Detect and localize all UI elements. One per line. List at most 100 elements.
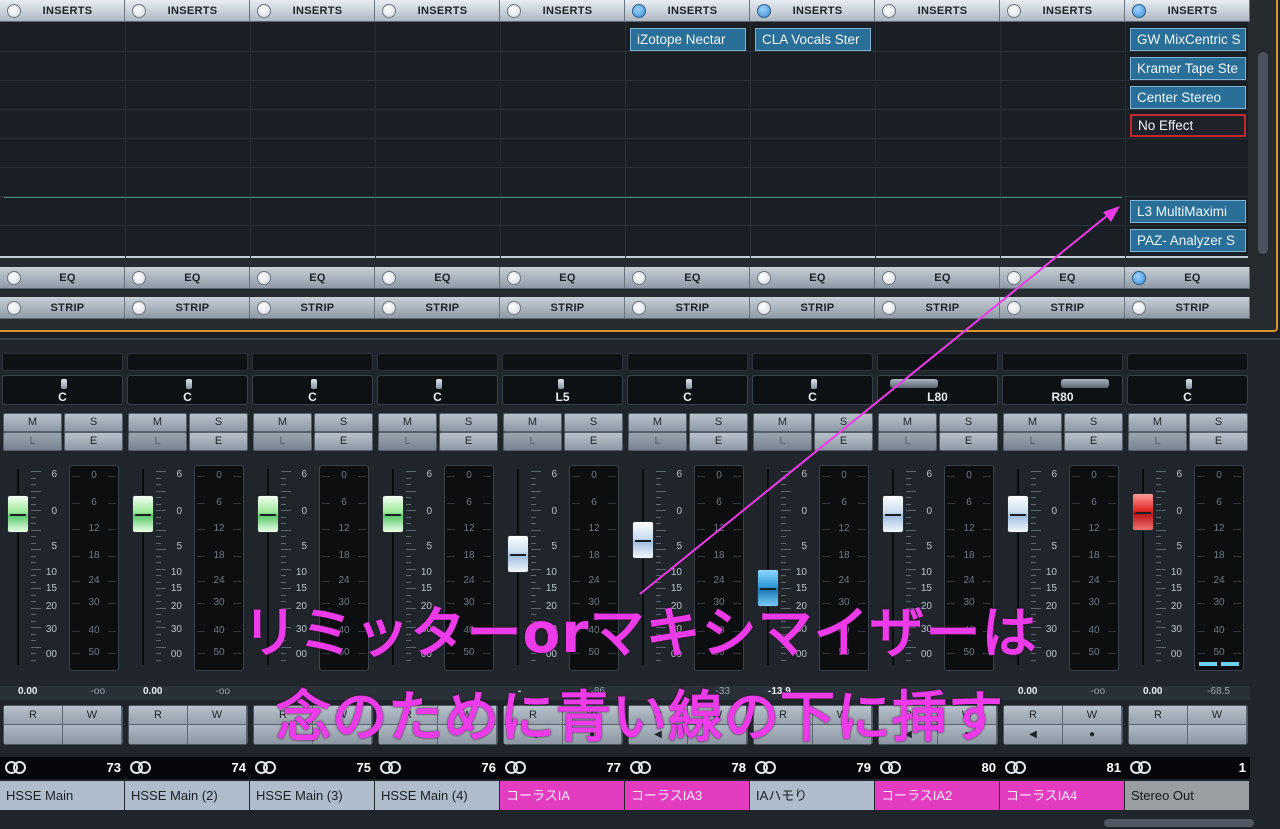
strip-section-header-ch8[interactable]: STRIP [875,297,1000,319]
strip-bypass-led-icon[interactable] [1132,300,1146,315]
volume-fader-handle[interactable] [1007,495,1029,533]
volume-fader-handle[interactable] [632,521,654,559]
channel-name-label[interactable]: IAハモり [750,781,874,810]
insert-plugin-slot[interactable]: GW MixCentric S [1130,28,1246,51]
inserts-section-header-ch8[interactable]: INSERTS [875,0,1000,22]
inserts-section-header-ch2[interactable]: INSERTS [125,0,250,22]
mute-button[interactable]: M [753,413,812,432]
rack-vertical-scrollbar[interactable] [1258,52,1268,254]
eq-bypass-led-icon[interactable] [257,270,271,285]
channel-name-label[interactable]: HSSE Main (2) [125,781,249,810]
pan-control[interactable]: L5 [502,375,623,405]
link-icon[interactable] [1130,761,1152,774]
inserts-section-header-ch5[interactable]: INSERTS [500,0,625,22]
eq-bypass-led-icon[interactable] [132,270,146,285]
listen-button[interactable]: L [3,432,62,451]
insert-plugin-slot[interactable]: PAZ- Analyzer S [1130,229,1246,252]
inserts-section-header-ch6[interactable]: INSERTS [625,0,750,22]
pan-control[interactable]: L80 [877,375,998,405]
listen-button[interactable]: L [128,432,187,451]
mute-button[interactable]: M [1128,413,1187,432]
solo-button[interactable]: S [314,413,373,432]
inserts-section-header-ch9[interactable]: INSERTS [1000,0,1125,22]
strip-section-header-ch4[interactable]: STRIP [375,297,500,319]
strip-section-header-ch3[interactable]: STRIP [250,297,375,319]
edit-button[interactable]: E [939,432,998,451]
pan-control[interactable]: C [2,375,123,405]
eq-bypass-led-icon[interactable] [1007,270,1021,285]
link-icon[interactable] [755,761,777,774]
inserts-bypass-led-icon[interactable] [7,3,21,18]
inserts-section-header-ch7[interactable]: INSERTS [750,0,875,22]
solo-button[interactable]: S [64,413,123,432]
inserts-bypass-led-icon[interactable] [257,3,271,18]
edit-button[interactable]: E [439,432,498,451]
eq-bypass-led-icon[interactable] [632,270,646,285]
strip-bypass-led-icon[interactable] [7,300,21,315]
strip-section-header-ch6[interactable]: STRIP [625,297,750,319]
listen-button[interactable]: L [378,432,437,451]
inserts-bypass-led-icon[interactable] [882,3,896,18]
volume-fader-handle[interactable] [7,495,29,533]
inserts-section-header-ch4[interactable]: INSERTS [375,0,500,22]
insert-plugin-slot[interactable]: iZotope Nectar [630,28,746,51]
eq-bypass-led-icon[interactable] [7,270,21,285]
mute-button[interactable]: M [1003,413,1062,432]
insert-plugin-slot[interactable]: L3 MultiMaximi [1130,200,1246,223]
eq-section-header-ch1[interactable]: EQ [0,267,125,289]
volume-fader-handle[interactable] [382,495,404,533]
edit-button[interactable]: E [189,432,248,451]
solo-button[interactable]: S [689,413,748,432]
pan-control[interactable]: C [1127,375,1248,405]
eq-section-header-ch2[interactable]: EQ [125,267,250,289]
listen-button[interactable]: L [628,432,687,451]
solo-button[interactable]: S [1189,413,1248,432]
mute-button[interactable]: M [628,413,687,432]
listen-button[interactable]: L [1003,432,1062,451]
inserts-bypass-led-icon[interactable] [1132,3,1146,18]
edit-button[interactable]: E [814,432,873,451]
link-icon[interactable] [880,761,902,774]
mute-button[interactable]: M [253,413,312,432]
link-icon[interactable] [630,761,652,774]
link-icon[interactable] [5,761,27,774]
channel-name-label[interactable]: HSSE Main [0,781,124,810]
pan-control[interactable]: C [127,375,248,405]
inserts-bypass-led-icon[interactable] [507,3,521,18]
strip-bypass-led-icon[interactable] [1007,300,1021,315]
listen-button[interactable]: L [1128,432,1187,451]
edit-button[interactable]: E [1189,432,1248,451]
strip-bypass-led-icon[interactable] [507,300,521,315]
eq-section-header-ch5[interactable]: EQ [500,267,625,289]
volume-fader-handle[interactable] [132,495,154,533]
mute-button[interactable]: M [3,413,62,432]
pan-control[interactable]: C [752,375,873,405]
volume-fader-handle[interactable] [1132,493,1154,531]
strip-section-header-ch5[interactable]: STRIP [500,297,625,319]
strip-bypass-led-icon[interactable] [257,300,271,315]
eq-section-header-ch4[interactable]: EQ [375,267,500,289]
solo-button[interactable]: S [814,413,873,432]
solo-button[interactable]: S [939,413,998,432]
eq-section-header-ch8[interactable]: EQ [875,267,1000,289]
eq-section-header-ch10[interactable]: EQ [1125,267,1250,289]
solo-button[interactable]: S [1064,413,1123,432]
solo-button[interactable]: S [189,413,248,432]
inserts-section-header-ch1[interactable]: INSERTS [0,0,125,22]
solo-button[interactable]: S [439,413,498,432]
edit-button[interactable]: E [64,432,123,451]
eq-bypass-led-icon[interactable] [382,270,396,285]
link-icon[interactable] [1005,761,1027,774]
insert-plugin-slot[interactable]: Kramer Tape Ste [1130,57,1246,80]
listen-button[interactable]: L [878,432,937,451]
pan-control[interactable]: R80 [1002,375,1123,405]
strip-section-header-ch1[interactable]: STRIP [0,297,125,319]
insert-plugin-slot[interactable]: CLA Vocals Ster [755,28,871,51]
channel-name-label[interactable]: コーラスIA [500,781,624,810]
eq-section-header-ch3[interactable]: EQ [250,267,375,289]
channel-name-label[interactable]: コーラスIA4 [1000,781,1124,810]
link-icon[interactable] [130,761,152,774]
strip-bypass-led-icon[interactable] [757,300,771,315]
inserts-bypass-led-icon[interactable] [1007,3,1021,18]
eq-bypass-led-icon[interactable] [882,270,896,285]
